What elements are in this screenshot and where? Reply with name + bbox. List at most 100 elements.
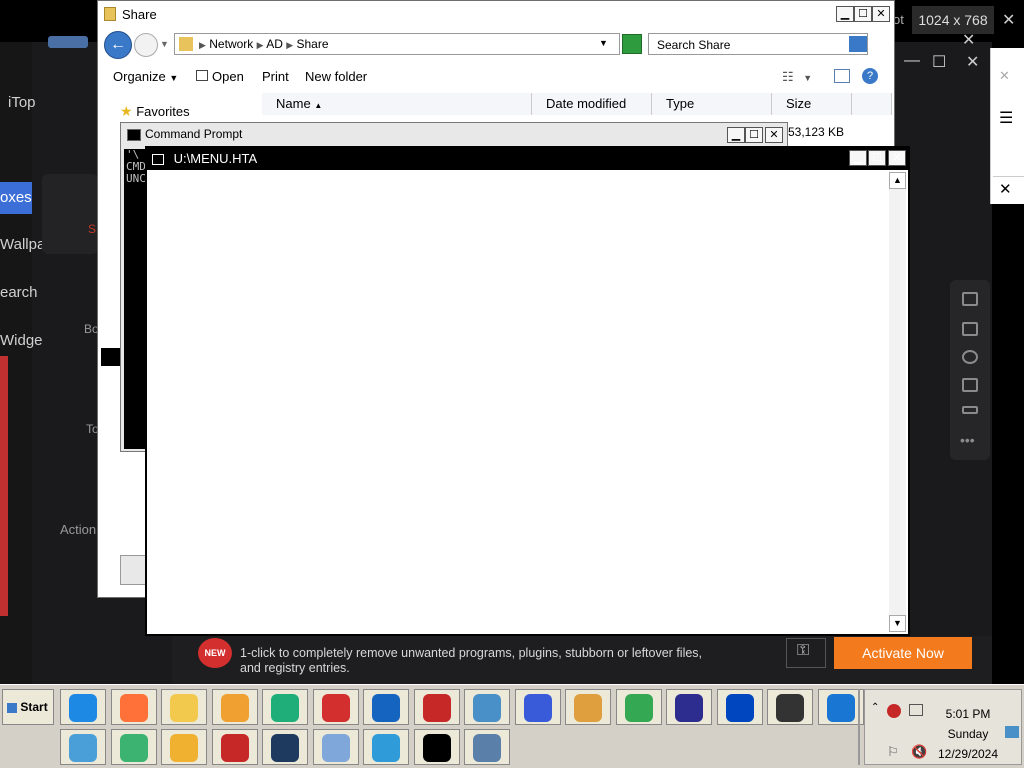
bird-icon: [523, 694, 552, 722]
maximize-button[interactable]: ☐: [745, 127, 763, 143]
close-icon[interactable]: ✕: [1002, 10, 1015, 30]
bird-taskbar-button[interactable]: [514, 689, 561, 725]
column-date-modified[interactable]: Date modified: [532, 93, 652, 115]
remote-desktop-icon: [473, 694, 501, 722]
close-icon[interactable]: ✕: [999, 68, 1010, 84]
scroll-down-icon[interactable]: ▼: [889, 615, 906, 632]
blackberry-taskbar-button[interactable]: [767, 689, 813, 725]
close-button[interactable]: ✕: [888, 150, 906, 166]
column-size[interactable]: Size: [772, 93, 852, 115]
back-button[interactable]: ←: [104, 31, 132, 59]
search-input[interactable]: Search Share: [648, 33, 868, 55]
maximize-button[interactable]: ☐: [854, 6, 872, 22]
bg-nav-item-search[interactable]: earch: [0, 284, 38, 301]
favorites-item[interactable]: ★ Favorites: [120, 103, 190, 120]
refresh-icon[interactable]: [622, 34, 642, 54]
column-name[interactable]: Name ▲: [262, 93, 532, 115]
paint-icon: [574, 694, 602, 722]
tiles-taskbar-button[interactable]: [262, 729, 308, 765]
tray-app-icon[interactable]: [887, 704, 901, 718]
address-dropdown-icon[interactable]: ▼: [599, 38, 608, 48]
tray-expand-icon[interactable]: ⌃: [871, 702, 879, 713]
start-button[interactable]: Start: [2, 689, 54, 725]
paint-taskbar-button[interactable]: [565, 689, 611, 725]
activate-now-button[interactable]: Activate Now: [834, 637, 972, 669]
remote-desktop-taskbar-button[interactable]: [464, 689, 510, 725]
column-type[interactable]: Type: [652, 93, 772, 115]
resolution-badge: 1024 x 768: [912, 6, 994, 34]
breadcrumb-ad[interactable]: AD: [266, 37, 283, 51]
infinity-taskbar-button[interactable]: [666, 689, 712, 725]
bg-nav-item-toolboxes[interactable]: oxes: [0, 182, 32, 214]
edge-taskbar-button[interactable]: [817, 689, 864, 725]
recycle-bin-taskbar-button[interactable]: [60, 729, 106, 765]
cmd-taskbar-button[interactable]: [413, 729, 460, 765]
play-taskbar-button[interactable]: [161, 729, 207, 765]
folder-taskbar-button[interactable]: [161, 689, 207, 725]
search-icon[interactable]: [849, 36, 867, 52]
windows-icon[interactable]: [962, 322, 978, 336]
close-icon[interactable]: ✕: [962, 30, 975, 50]
column-header: Name ▲ Date modified Type Size: [262, 93, 892, 115]
chip-icon[interactable]: [962, 350, 978, 364]
app-icon: [152, 154, 164, 166]
media-player-taskbar-button[interactable]: [211, 689, 258, 725]
open-button[interactable]: Open: [196, 69, 244, 84]
hta-titlebar[interactable]: U:\MENU.HTA ▁ ☐ ✕: [147, 148, 908, 170]
star-icon: ★: [120, 103, 133, 119]
view-options-icon[interactable]: ☷ ▼: [782, 69, 812, 85]
ie-taskbar-button[interactable]: [60, 689, 106, 725]
close-button[interactable]: ✕: [765, 127, 783, 143]
help-icon[interactable]: ?: [862, 68, 878, 84]
bg-nav-item-widget[interactable]: Widge: [0, 332, 43, 349]
breadcrumb-network[interactable]: Network: [209, 37, 253, 51]
firefox-icon: [119, 694, 148, 722]
green-swirl-taskbar-button[interactable]: [262, 689, 308, 725]
address-bar[interactable]: ▶ Network ▶ AD ▶ Share ▼: [174, 33, 620, 55]
breadcrumb-share[interactable]: Share: [297, 37, 329, 51]
preview-pane-icon[interactable]: [834, 69, 850, 83]
forward-button[interactable]: [134, 33, 158, 57]
firefox-taskbar-button[interactable]: [110, 689, 157, 725]
maximize-button[interactable]: ☐: [868, 150, 886, 166]
flash-taskbar-button[interactable]: [211, 729, 258, 765]
taskbar: Start ⌃ ⚐ 🔇 5:01 PM Sunday 12/29/2024: [0, 684, 1024, 768]
column-extra[interactable]: [852, 93, 892, 115]
new-badge: NEW: [198, 638, 232, 668]
send-taskbar-button[interactable]: [363, 729, 409, 765]
close-icon[interactable]: ✕: [966, 52, 979, 72]
scroll-up-icon[interactable]: ▲: [889, 172, 906, 189]
red-gear-taskbar-button[interactable]: [312, 689, 359, 725]
menu-icon[interactable]: ☰: [999, 108, 1013, 128]
bg-nav-item-wallpaper[interactable]: Wallpa: [0, 236, 45, 253]
minimize-button[interactable]: ▁: [727, 127, 745, 143]
best-buy-taskbar-button[interactable]: [716, 689, 763, 725]
monitor-icon[interactable]: [962, 292, 978, 306]
print-button[interactable]: Print: [262, 69, 289, 84]
flag-icon[interactable]: ⚐: [887, 744, 899, 760]
show-desktop-icon[interactable]: [1005, 726, 1019, 738]
more-icon[interactable]: •••: [960, 432, 975, 448]
vertical-scrollbar[interactable]: ▲ ▼: [889, 172, 906, 632]
box-3d-taskbar-button[interactable]: [110, 729, 157, 765]
window-taskbar-button[interactable]: [464, 729, 510, 765]
organize-button[interactable]: Organize ▼: [113, 69, 178, 84]
minimize-icon[interactable]: —: [904, 52, 920, 70]
maximize-icon[interactable]: ☐: [932, 52, 946, 72]
new-folder-button[interactable]: New folder: [305, 69, 367, 84]
shield-taskbar-button[interactable]: [363, 689, 409, 725]
history-dropdown-icon[interactable]: ▼: [160, 39, 169, 49]
card-icon[interactable]: [962, 378, 978, 392]
minimize-button[interactable]: ▁: [836, 6, 854, 22]
close-icon[interactable]: ✕: [993, 176, 1024, 204]
close-button[interactable]: ✕: [872, 6, 890, 22]
ie-icon: [69, 694, 97, 722]
document-taskbar-button[interactable]: [312, 729, 359, 765]
license-key-button[interactable]: ⚿: [786, 638, 826, 668]
side-panel: ✕ ☰ ✕: [990, 48, 1024, 204]
video-record-taskbar-button[interactable]: [413, 689, 460, 725]
chrome-taskbar-button[interactable]: [615, 689, 662, 725]
explorer-titlebar[interactable]: Share ▁ ☐ ✕: [98, 1, 894, 29]
minimize-button[interactable]: ▁: [849, 150, 867, 166]
memory-icon[interactable]: [962, 406, 978, 414]
